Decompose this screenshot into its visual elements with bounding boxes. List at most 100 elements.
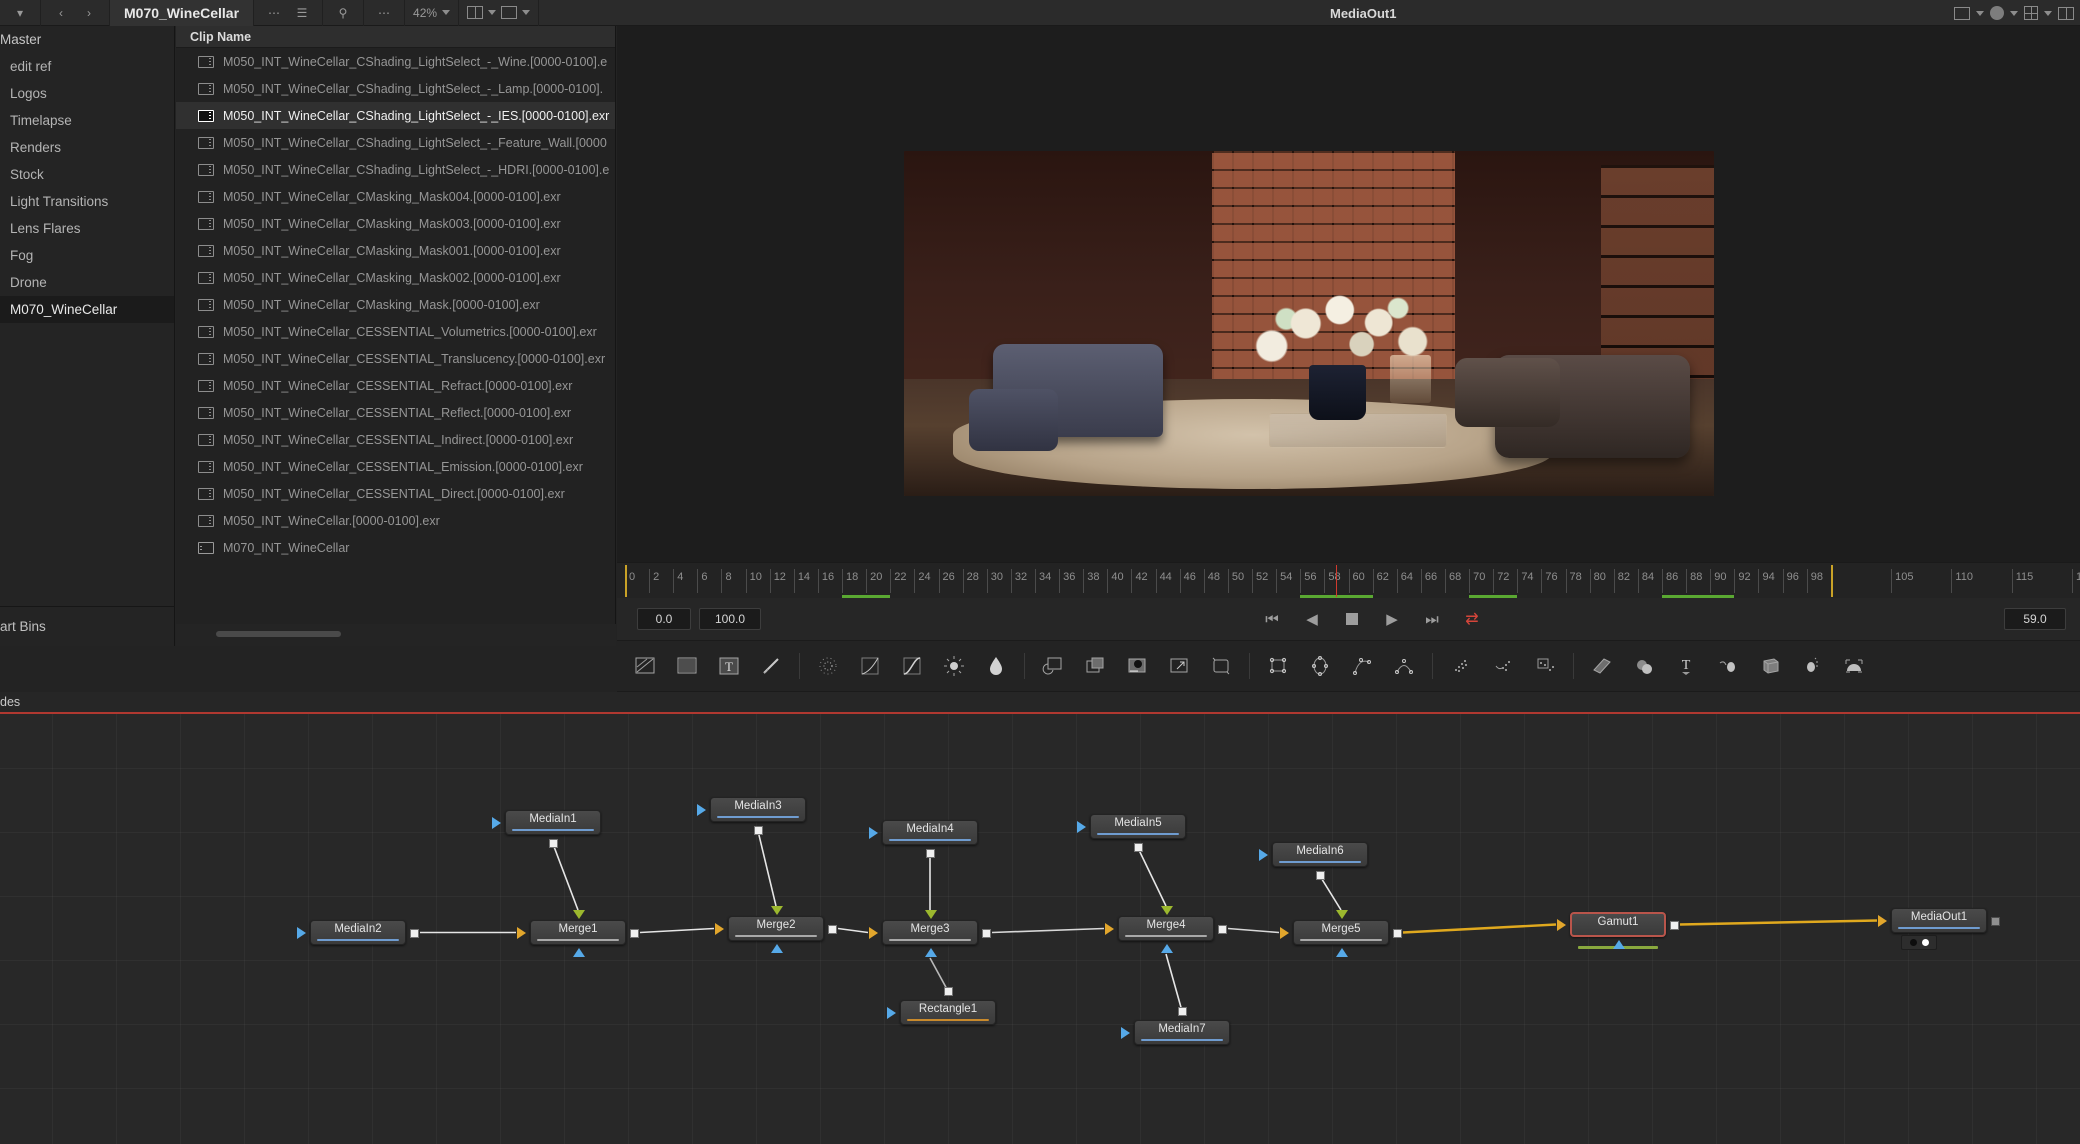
node-output-port[interactable] [1178,1007,1187,1016]
clip-list-item[interactable]: M050_INT_WineCellar_CMasking_Mask003.[00… [176,210,615,237]
light-3d-icon[interactable] [1800,654,1824,678]
render-out-field[interactable]: 100.0 [699,608,761,630]
node-graph[interactable]: MediaIn1 MediaIn2 MediaIn3 MediaIn4 MediaIn5… [0,714,2080,1144]
node-mediain4[interactable]: MediaIn4 [882,820,978,845]
color-corrector-icon[interactable] [900,654,924,678]
out-point-marker[interactable] [1830,565,1833,597]
node-merge3[interactable]: Merge3 [882,920,978,945]
node-output-port[interactable] [982,928,991,938]
resize-icon[interactable] [1167,654,1191,678]
chevron-down-icon[interactable] [2010,10,2018,16]
node-mask-input-arrow[interactable] [573,948,585,957]
stop-icon[interactable] [1342,613,1362,625]
node-output-port[interactable] [1393,928,1402,938]
text-icon[interactable]: T [717,654,741,678]
node-merge-input-arrow[interactable] [925,910,937,919]
playhead[interactable] [1336,565,1338,597]
chevron-left-icon[interactable]: ‹ [47,2,75,24]
renderer-3d-icon[interactable] [1842,654,1866,678]
node-output-port[interactable] [549,839,558,848]
node-mediain7[interactable]: MediaIn7 [1134,1020,1230,1045]
viewer-lut-icon[interactable] [1954,6,1970,20]
ellipse-mask-icon[interactable] [1308,654,1332,678]
particle-render-icon[interactable] [1491,654,1515,678]
clip-list-item[interactable]: M050_INT_WineCellar_CESSENTIAL_Transluce… [176,345,615,372]
clip-list-item[interactable]: M050_INT_WineCellar_CShading_LightSelect… [176,156,615,183]
grid-overlay-icon[interactable] [2024,6,2038,20]
clip-list-item[interactable]: M050_INT_WineCellar_CESSENTIAL_Volumetri… [176,318,615,345]
skip-to-start-icon[interactable]: ⏮ [1262,611,1282,628]
node-output-port[interactable] [1670,920,1679,930]
clip-list-item[interactable]: M050_INT_WineCellar_CMasking_Mask.[0000-… [176,291,615,318]
clip-list-item[interactable]: M050_INT_WineCellar_CMasking_Mask002.[00… [176,264,615,291]
clip-list-item[interactable]: M050_INT_WineCellar_CESSENTIAL_Reflect.[… [176,399,615,426]
node-input-arrow[interactable] [492,816,501,829]
viewer-layout-selector[interactable] [459,0,540,26]
node-input-arrow[interactable] [1105,922,1114,935]
split-viewer-icon[interactable] [2058,6,2074,20]
shape-3d-icon[interactable] [1632,654,1656,678]
rectangle-mask-icon[interactable] [1266,654,1290,678]
node-mediain5[interactable]: MediaIn5 [1090,814,1186,839]
node-rectangle1[interactable]: Rectangle1 [900,1000,996,1025]
node-output-port[interactable] [1218,924,1227,934]
bin-item-timelapse[interactable]: Timelapse [0,107,174,134]
current-frame-field[interactable]: 59.0 [2004,608,2066,630]
node-mask-input-arrow[interactable] [771,944,783,953]
node-output-port[interactable] [926,849,935,858]
color-curves-icon[interactable] [858,654,882,678]
left-viewer-dot[interactable] [1909,939,1917,946]
node-mediain6[interactable]: MediaIn6 [1272,842,1368,867]
clip-list-item[interactable]: M050_INT_WineCellar_CShading_LightSelect… [176,129,615,156]
clip-list-item[interactable]: M050_INT_WineCellar_CShading_LightSelect… [176,75,615,102]
list-view-icon[interactable]: ☰ [288,2,316,24]
node-input-arrow[interactable] [887,1006,896,1019]
search-icon[interactable]: ⚲ [329,2,357,24]
node-mediain2[interactable]: MediaIn2 [310,920,406,945]
clip-list-item[interactable]: M050_INT_WineCellar_CMasking_Mask004.[00… [176,183,615,210]
bin-item-renders[interactable]: Renders [0,134,174,161]
clip-list-item[interactable]: M050_INT_WineCellar_CShading_LightSelect… [176,102,615,129]
bin-item-m070-winecellar[interactable]: M070_WineCellar [0,296,174,323]
node-merge-input-arrow[interactable] [1336,910,1348,919]
duplicate-icon[interactable] [1083,654,1107,678]
camera-3d-icon[interactable] [1758,654,1782,678]
node-input-arrow[interactable] [1280,926,1289,939]
right-viewer-dot[interactable] [1921,939,1929,946]
node-gamut1[interactable]: Gamut1 [1570,912,1666,949]
node-mask-input-arrow[interactable] [925,948,937,957]
node-merge2[interactable]: Merge2 [728,916,824,941]
bin-item-logos[interactable]: Logos [0,80,174,107]
node-merge1[interactable]: Merge1 [530,920,626,945]
node-output-port[interactable] [410,928,419,938]
timeline-ruler[interactable]: 0 2 4 6 8 10 12 14 16 18 20 22 24 26 28 30 32 34 36 38 40 42 4… [617,562,2080,598]
node-mediain1[interactable]: MediaIn1 [505,810,601,835]
clip-list-item[interactable]: M070_INT_WineCellar [176,534,615,561]
transform-icon[interactable] [1041,654,1065,678]
node-input-arrow[interactable] [517,926,526,939]
node-input-arrow[interactable] [297,926,306,939]
node-input-arrow[interactable] [1557,918,1566,931]
node-input-arrow[interactable] [1121,1026,1130,1039]
loop-icon[interactable]: ⇄ [1462,609,1482,629]
bin-item-master[interactable]: Master [0,26,174,53]
image-plane-3d-icon[interactable] [1590,654,1614,678]
clip-list-item[interactable]: M050_INT_WineCellar_CESSENTIAL_Direct.[0… [176,480,615,507]
in-point-marker[interactable] [625,565,627,597]
chevron-down-icon[interactable] [1976,10,1984,16]
chevron-down-icon[interactable] [2044,10,2052,16]
bin-item-drone[interactable]: Drone [0,269,174,296]
node-output-port[interactable] [630,928,639,938]
color-sphere-icon[interactable] [1990,6,2004,20]
dots-icon[interactable]: ⋯ [260,2,288,24]
blur-icon[interactable] [816,654,840,678]
bin-item-lens-flares[interactable]: Lens Flares [0,215,174,242]
clip-list-hscrollbar[interactable] [176,624,616,646]
bin-item-stock[interactable]: Stock [0,161,174,188]
merge-3d-icon[interactable] [1716,654,1740,678]
clip-name-column-header[interactable]: Clip Name [176,26,615,48]
background-icon[interactable] [633,654,657,678]
step-backward-icon[interactable]: ◀ [1302,610,1322,628]
node-mask-input-arrow[interactable] [1613,940,1625,949]
liquid-icon[interactable] [984,654,1008,678]
